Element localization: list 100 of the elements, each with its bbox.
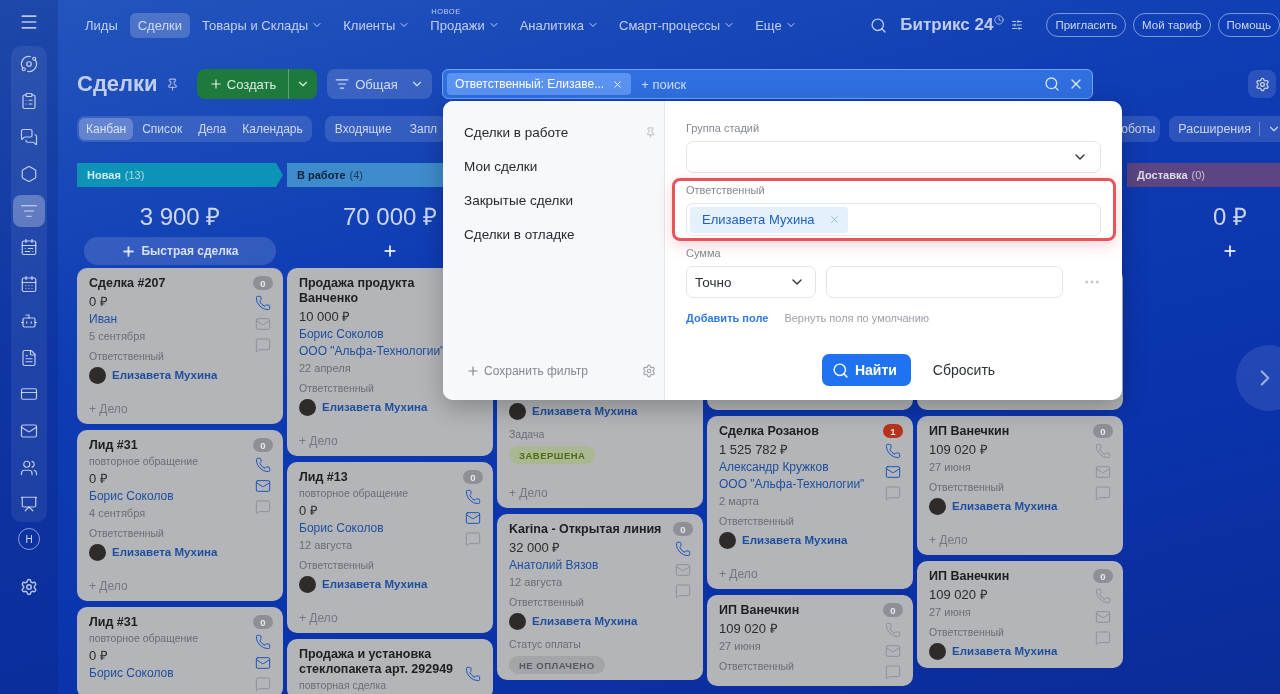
search-icon[interactable]	[1044, 76, 1060, 92]
preset-filter[interactable]: Закрытые сделки	[464, 192, 573, 208]
nav-label: Клиенты	[343, 17, 396, 33]
phone-icon[interactable]	[255, 295, 271, 311]
nav-label: Продажи	[430, 17, 485, 33]
field-label: Ответственный	[686, 183, 766, 197]
person-chip[interactable]: Елизавета Мухина	[690, 206, 848, 233]
nav-item[interactable]: Клиенты	[335, 12, 419, 38]
contact-link[interactable]: Иван	[89, 311, 247, 328]
deal-title[interactable]: ИП Ванечкин	[719, 603, 877, 618]
contact-link[interactable]: ООО "Альфа-Технологии"	[719, 476, 877, 493]
add-activity-link[interactable]: + Дело	[509, 484, 667, 502]
nav-item[interactable]: Еще	[747, 12, 805, 38]
responsible-name[interactable]: Елизавета Мухина	[532, 615, 638, 627]
phone-icon[interactable]	[465, 489, 481, 505]
deal-source: повторное обращение	[299, 486, 410, 501]
close-icon[interactable]	[612, 78, 624, 90]
amount-field[interactable]	[826, 266, 1063, 298]
plus-icon[interactable]	[1222, 243, 1238, 259]
deal-title[interactable]: Karina - Открытая линия	[509, 522, 667, 537]
avatar	[89, 366, 106, 384]
search-icon[interactable]	[870, 16, 888, 34]
extensions-button[interactable]: Расширения	[1169, 116, 1280, 142]
add-activity-link[interactable]: + Дело	[299, 432, 457, 450]
filter-chip[interactable]: Ответственный: Елизаве...	[447, 73, 632, 95]
nav-item[interactable]: Товары и Склады	[194, 12, 332, 38]
add-activity-link[interactable]: + Дело	[89, 577, 247, 595]
stage-header[interactable]: Новая (13)	[77, 163, 283, 187]
reset-button[interactable]: Сбросить	[932, 362, 996, 378]
responsible-name[interactable]: Елизавета Мухина	[322, 578, 428, 590]
add-activity-link[interactable]: + Дело	[89, 400, 247, 418]
contact-link[interactable]: Анатолий Вязов	[509, 557, 667, 574]
extensions-label[interactable]: Расширения	[1169, 122, 1260, 136]
page-title: Сделки	[77, 71, 158, 97]
deal-title[interactable]: Лид #13	[299, 470, 457, 485]
field-link[interactable]: Вернуть поля по умолчанию	[784, 312, 930, 324]
contact-link[interactable]: Александр Кружков	[719, 459, 877, 476]
create-label[interactable]: Создать	[197, 69, 289, 99]
search-field[interactable]: + поиск	[639, 75, 1036, 93]
view-tab[interactable]: Список	[135, 118, 190, 140]
clock-icon	[994, 15, 1005, 25]
filter-search-bar[interactable]: Ответственный: Елизаве... + поиск	[442, 69, 1093, 99]
preset-filter[interactable]: Сделки в отладке	[464, 226, 575, 242]
mail-icon[interactable]	[465, 510, 481, 526]
nav-item[interactable]: Сделки	[129, 12, 191, 38]
quick-deal-button[interactable]: Быстрая сделка	[84, 237, 276, 265]
pin-icon[interactable]	[165, 77, 179, 91]
pin-icon[interactable]	[645, 126, 656, 138]
deal-title[interactable]: Сделка #207	[89, 276, 247, 291]
responsible-name[interactable]: Елизавета Мухина	[952, 500, 1058, 512]
plus-icon[interactable]	[382, 243, 398, 259]
contact-link[interactable]: Борис Соколов	[299, 520, 457, 537]
deal-title[interactable]: ИП Ванечкин	[929, 569, 1087, 584]
phone-icon[interactable]	[675, 541, 691, 557]
create-button[interactable]: Создать	[197, 69, 317, 99]
phone-icon[interactable]	[465, 666, 481, 682]
field-link[interactable]: Добавить поле	[686, 312, 769, 324]
mail-icon[interactable]	[255, 655, 271, 671]
deal-title[interactable]: Сделка Розанов	[719, 424, 877, 439]
responsible-name[interactable]: Елизавета Мухина	[112, 546, 218, 558]
responsible-name[interactable]: Елизавета Мухина	[322, 401, 428, 413]
menu-icon[interactable]	[19, 12, 39, 32]
contact-link[interactable]: Борис Соколов	[89, 665, 247, 682]
view-tab[interactable]: Канбан	[79, 118, 134, 140]
nav-item[interactable]: Лиды	[77, 12, 126, 38]
phone-icon[interactable]	[255, 457, 271, 473]
nav-item[interactable]: Смарт-процессы	[611, 12, 744, 38]
responsible-name[interactable]: Елизавета Мухина	[532, 405, 638, 417]
preset-filter[interactable]: Сделки в работе	[464, 124, 569, 140]
category-button[interactable]: Общая	[327, 69, 432, 99]
add-activity-link[interactable]: + Дело	[929, 531, 1087, 549]
add-activity-link[interactable]: + Дело	[719, 565, 877, 583]
sliders-icon[interactable]	[1011, 19, 1024, 31]
responsible-name[interactable]: Елизавета Мухина	[952, 645, 1058, 657]
settings-button[interactable]	[1248, 70, 1276, 98]
find-button[interactable]: Найти	[821, 354, 911, 386]
view-tab[interactable]: Календарь	[235, 118, 310, 140]
deal-title[interactable]: ИП Ванечкин	[929, 424, 1087, 439]
filter-tab[interactable]: Запл	[401, 118, 446, 140]
deal-title[interactable]: Продажа и установка стеклопакета арт. 292949	[299, 647, 457, 677]
deal-title[interactable]: Лид #31	[89, 438, 247, 453]
view-tab[interactable]: Дела	[191, 118, 234, 140]
contact-link[interactable]: Борис Соколов	[89, 488, 247, 505]
add-activity-link[interactable]: + Дело	[299, 609, 457, 627]
responsible-field[interactable]: Елизавета Мухина	[686, 203, 1101, 236]
save-filter-button[interactable]: Сохранить фильтр	[466, 364, 589, 378]
filter-tab[interactable]: Входящие	[326, 118, 400, 140]
mail-icon[interactable]	[885, 464, 901, 480]
stage-header[interactable]: Доставка (0)	[1127, 163, 1280, 187]
sidebar-item[interactable]	[13, 194, 45, 227]
phone-icon[interactable]	[885, 443, 901, 459]
mode-select[interactable]: Точно	[686, 266, 816, 298]
phone-icon[interactable]	[255, 634, 271, 650]
mail-icon[interactable]	[255, 478, 271, 494]
responsible-name[interactable]: Елизавета Мухина	[742, 534, 848, 546]
deal-title[interactable]: Лид #31	[89, 615, 247, 630]
nav-item[interactable]: Аналитика	[511, 12, 607, 38]
responsible-name[interactable]: Елизавета Мухина	[112, 369, 218, 381]
close-icon[interactable]	[828, 214, 840, 225]
field-label: Группа стадий	[686, 121, 761, 135]
